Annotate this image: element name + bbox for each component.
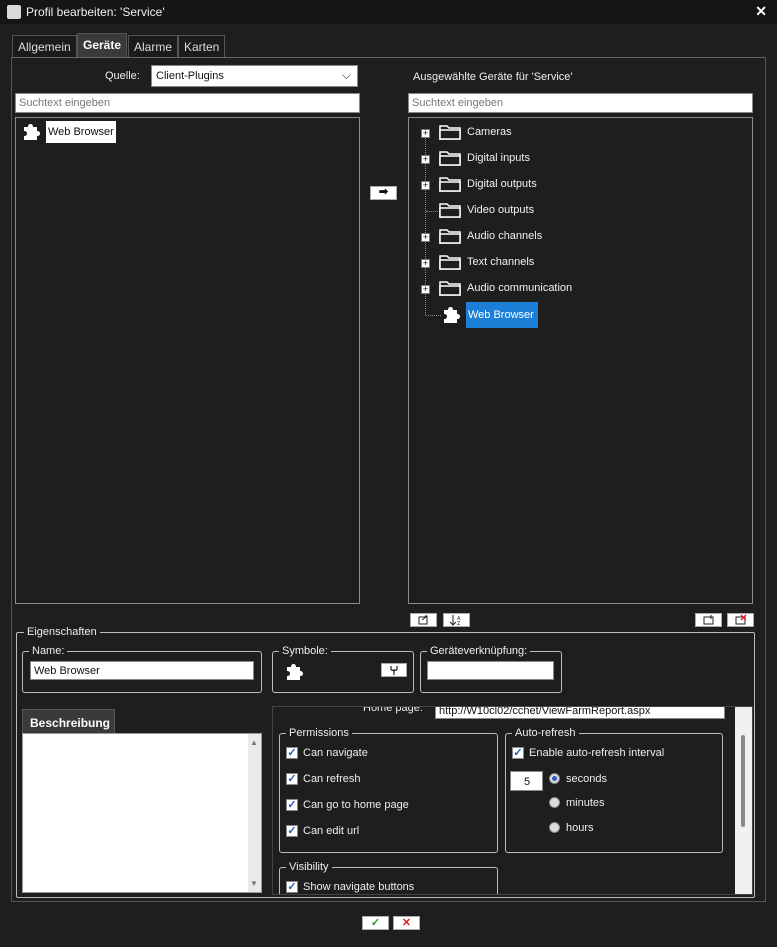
folder-icon [439,281,461,296]
title-bar: Profil bearbeiten: 'Service' ✕ [0,0,777,24]
svg-text:Z: Z [457,621,461,626]
tree-connector [426,315,441,316]
folder-icon [439,177,461,192]
scroll-up-icon[interactable]: ▲ [250,738,258,747]
home-page-input[interactable]: http://W10cl02/cchet/ViewFarmReport.aspx [435,707,725,719]
source-label: Quelle: [105,70,140,82]
symbol-label: Symbole: [279,645,331,657]
tree-item-audio-channels[interactable]: Audio channels [467,230,542,242]
tab-alarme[interactable]: Alarme [128,35,179,57]
expand-icon[interactable]: + [421,155,430,164]
puzzle-icon [287,664,303,680]
delete-icon[interactable] [727,613,754,627]
description-textarea[interactable]: ▲ ▼ [22,733,262,893]
tree-item-video-outputs[interactable]: Video outputs [467,204,534,216]
device-link-label: Geräteverknüpfung: [427,645,531,657]
tab-geraete[interactable]: Geräte [77,33,128,58]
sort-icon[interactable]: AZ [443,613,470,627]
name-label: Name: [29,645,68,657]
settings-scrollbar[interactable] [735,707,752,894]
add-folder-icon[interactable] [695,613,722,627]
expand-icon[interactable]: + [421,129,430,138]
permissions-title: Permissions [286,727,352,739]
ok-button[interactable]: ✓ [362,916,389,930]
can-navigate-label: Can navigate [303,747,368,759]
list-item-web-browser[interactable]: Web Browser [46,121,116,143]
auto-refresh-title: Auto-refresh [512,727,579,739]
folder-icon [439,203,461,218]
expand-icon[interactable]: + [421,181,430,190]
hours-radio[interactable] [549,822,560,833]
selected-devices-tree[interactable]: + Cameras + Digital inputs + Digital out… [408,117,753,604]
interval-input[interactable]: 5 [510,771,543,791]
scrollbar-thumb[interactable] [741,735,745,827]
window-title: Profil bearbeiten: 'Service' [26,5,165,19]
left-search-input[interactable]: Suchtext eingeben [15,93,360,113]
add-to-selection-button[interactable]: ➡ [370,186,397,200]
cancel-button[interactable]: ✕ [393,916,420,930]
can-edit-url-checkbox[interactable]: ✓ [286,825,298,837]
symbol-picker-button[interactable] [381,663,407,677]
show-navigate-buttons-checkbox[interactable]: ✓ [286,881,298,893]
source-select[interactable]: Client-Plugins ⌵ [151,65,358,87]
enable-auto-refresh-checkbox[interactable]: ✓ [512,747,524,759]
expand-icon[interactable]: + [421,259,430,268]
can-edit-url-label: Can edit url [303,825,360,837]
can-refresh-checkbox[interactable]: ✓ [286,773,298,785]
tree-item-audio-communication[interactable]: Audio communication [467,282,572,294]
scroll-down-icon[interactable]: ▼ [250,879,258,888]
chevron-down-icon: ⌵ [341,68,351,82]
description-tab[interactable]: Beschreibung [22,709,115,733]
seconds-radio[interactable] [549,773,560,784]
tab-karten[interactable]: Karten [178,35,226,57]
seconds-label: seconds [566,773,607,785]
folder-icon [439,229,461,244]
can-go-home-label: Can go to home page [303,799,409,811]
plugin-settings-panel: Home page: http://W10cl02/cchet/ViewFarm… [272,706,753,895]
tree-item-digital-outputs[interactable]: Digital outputs [467,178,537,190]
hours-label: hours [566,822,594,834]
tree-item-web-browser[interactable]: Web Browser [466,302,538,328]
tab-allgemein[interactable]: Allgemein [12,35,77,57]
minutes-label: minutes [566,797,605,809]
folder-icon [439,255,461,270]
puzzle-icon [444,307,460,323]
profile-gear-icon [7,5,21,19]
folder-icon [439,151,461,166]
home-page-label: Home page: [363,706,423,714]
can-navigate-checkbox[interactable]: ✓ [286,747,298,759]
folder-icon [439,125,461,140]
puzzle-icon [24,124,40,140]
tree-item-cameras[interactable]: Cameras [467,126,512,138]
description-scrollbar[interactable]: ▲ ▼ [248,734,261,892]
tree-item-text-channels[interactable]: Text channels [467,256,534,268]
close-icon[interactable]: ✕ [755,3,767,20]
available-devices-list[interactable]: Web Browser [15,117,360,604]
can-go-home-checkbox[interactable]: ✓ [286,799,298,811]
show-navigate-buttons-label: Show navigate buttons [303,881,415,893]
visibility-title: Visibility [286,861,332,873]
tree-connector [426,211,438,212]
minutes-radio[interactable] [549,797,560,808]
export-icon[interactable] [410,613,437,627]
right-search-input[interactable]: Suchtext eingeben [408,93,753,113]
properties-title: Eigenschaften [24,626,100,638]
can-refresh-label: Can refresh [303,773,361,785]
enable-auto-refresh-label: Enable auto-refresh interval [529,747,665,759]
expand-icon[interactable]: + [421,285,430,294]
name-input[interactable]: Web Browser [30,661,254,680]
source-selected-value: Client-Plugins [156,70,224,82]
device-link-input[interactable] [427,661,554,680]
tree-item-digital-inputs[interactable]: Digital inputs [467,152,530,164]
expand-icon[interactable]: + [421,233,430,242]
selected-devices-title: Ausgewählte Geräte für 'Service' [413,71,573,83]
